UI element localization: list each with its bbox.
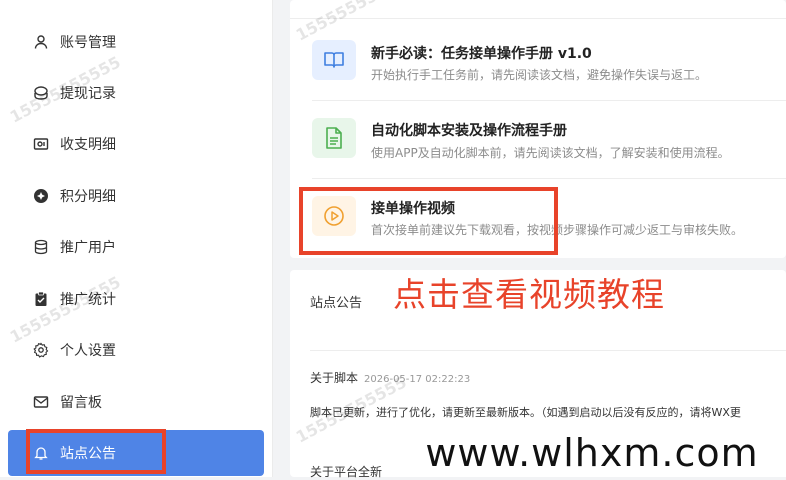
database-icon <box>32 238 50 256</box>
highlight-box-video <box>299 187 558 255</box>
notice-title: 站点公告 <box>310 296 363 311</box>
clipboard-check-icon <box>32 290 50 308</box>
sidebar-item-label: 账号管理 <box>60 35 116 51</box>
sidebar-item-label: 收支明细 <box>60 137 116 153</box>
manual-item-task-guide[interactable]: 新手必读：任务接单操作手册 v1.0 开始执行手工任务前，请先阅读该文档，避免操… <box>312 32 786 108</box>
sidebar-item-message-board[interactable]: 留言板 <box>8 379 264 425</box>
manual-desc: 开始执行手工任务前，请先阅读该文档，避免操作失误与返工。 <box>371 68 708 82</box>
sidebar-item-label: 个人设置 <box>60 343 116 359</box>
sidebar-item-settings[interactable]: 个人设置 <box>8 327 264 373</box>
highlight-box-notice <box>26 429 166 474</box>
mail-icon <box>32 393 50 411</box>
manual-desc: 使用APP及自动化脚本前，请先阅读该文档，了解安装和使用流程。 <box>371 146 730 160</box>
book-icon <box>312 40 356 80</box>
gear-icon <box>32 341 50 359</box>
divider <box>312 100 786 101</box>
points-icon <box>32 187 50 205</box>
manual-item-script-guide[interactable]: 自动化脚本安装及操作流程手册 使用APP及自动化脚本前，请先阅读该文档，了解安装… <box>312 110 786 186</box>
manual-title: 自动化脚本安装及操作流程手册 <box>371 123 567 139</box>
divider <box>312 178 786 179</box>
post-title-text: 关于脚本 <box>310 371 359 385</box>
sidebar-item-points[interactable]: 积分明细 <box>8 173 264 219</box>
sidebar-item-bills[interactable]: 收支明细 <box>8 121 264 167</box>
sidebar-item-promoted-users[interactable]: 推广用户 <box>8 224 264 270</box>
user-icon <box>32 33 50 51</box>
notice-post-title[interactable]: 关于平台全新 <box>310 463 382 480</box>
manual-title: 新手必读：任务接单操作手册 v1.0 <box>371 46 592 62</box>
sidebar-item-label: 留言板 <box>60 395 102 411</box>
sidebar-item-label: 积分明细 <box>60 189 116 205</box>
annotation-text: 点击查看视频教程 <box>393 275 665 314</box>
divider <box>290 18 786 19</box>
brand-watermark: www.wlhxm.com <box>398 428 786 477</box>
sidebar: 账号管理 提现记录 收支明细 积分明细 推广用户 推广统计 个人设置 留言板 站… <box>0 0 273 477</box>
document-icon <box>312 118 356 158</box>
sidebar-item-label: 推广用户 <box>60 240 116 256</box>
bill-icon <box>32 135 50 153</box>
sidebar-item-account[interactable]: 账号管理 <box>8 19 264 65</box>
divider <box>310 350 786 351</box>
